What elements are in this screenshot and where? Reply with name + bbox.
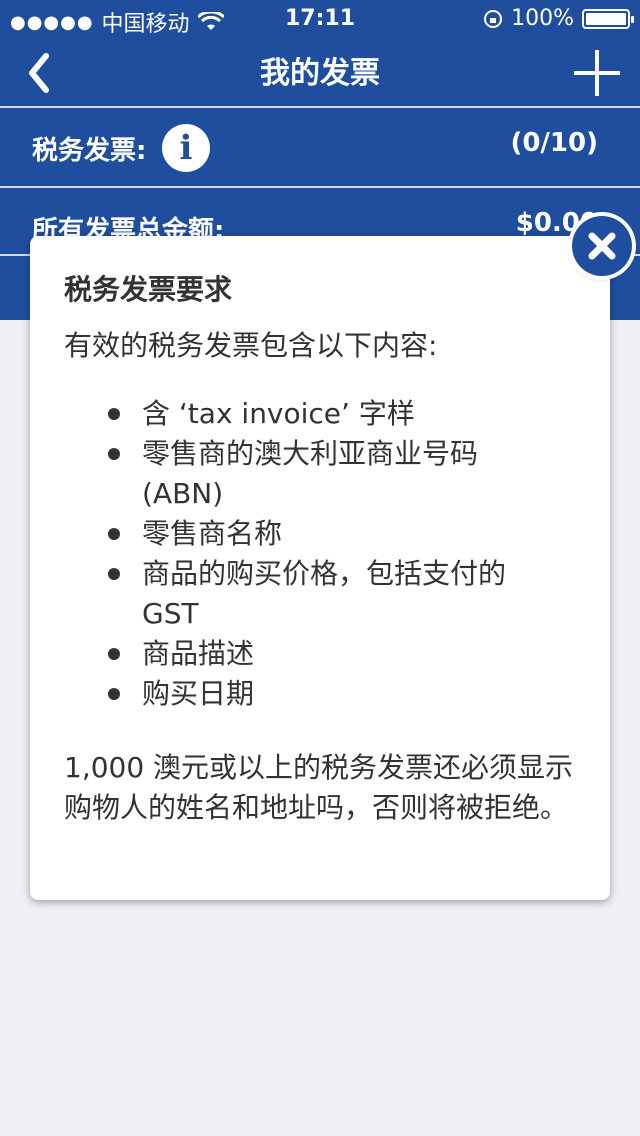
- tax-invoice-count: (0/10): [510, 128, 598, 158]
- list-item: 含 ‘tax invoice’ 字样: [108, 394, 542, 434]
- rotation-lock-icon: [484, 9, 503, 28]
- dialog-title: 税务发票要求: [64, 273, 233, 306]
- dialog-intro: 有效的税务发票包含以下内容:: [64, 329, 438, 362]
- requirements-list: 含 ‘tax invoice’ 字样 零售商的澳大利亚商业号码 (ABN) 零售…: [64, 394, 542, 714]
- list-item: 商品描述: [108, 634, 542, 674]
- battery-icon: [582, 8, 634, 29]
- list-item: 零售商名称: [108, 514, 542, 554]
- battery-percent: 100%: [511, 6, 574, 31]
- list-item: 购买日期: [108, 674, 542, 714]
- list-item: 商品的购买价格，包括支付的 GST: [108, 554, 542, 634]
- tax-invoice-row: 税务发票: i (0/10): [0, 106, 640, 186]
- info-icon[interactable]: i: [162, 124, 210, 172]
- close-button[interactable]: [572, 216, 632, 276]
- dialog-note: 1,000 澳元或以上的税务发票还必须显示购物人的姓名和地址吗，否则将被拒绝。: [64, 751, 574, 824]
- status-bar: ●●●●● 中国移动 17:11 100%: [0, 0, 640, 40]
- tax-invoice-label: 税务发票:: [32, 136, 147, 166]
- nav-bar: 我的发票: [0, 40, 640, 106]
- add-button[interactable]: [570, 46, 624, 100]
- tax-invoice-requirements-dialog: 税务发票要求 有效的税务发票包含以下内容: 含 ‘tax invoice’ 字样…: [30, 236, 610, 900]
- list-item: 零售商的澳大利亚商业号码 (ABN): [108, 434, 542, 514]
- page-title: 我的发票: [260, 56, 380, 91]
